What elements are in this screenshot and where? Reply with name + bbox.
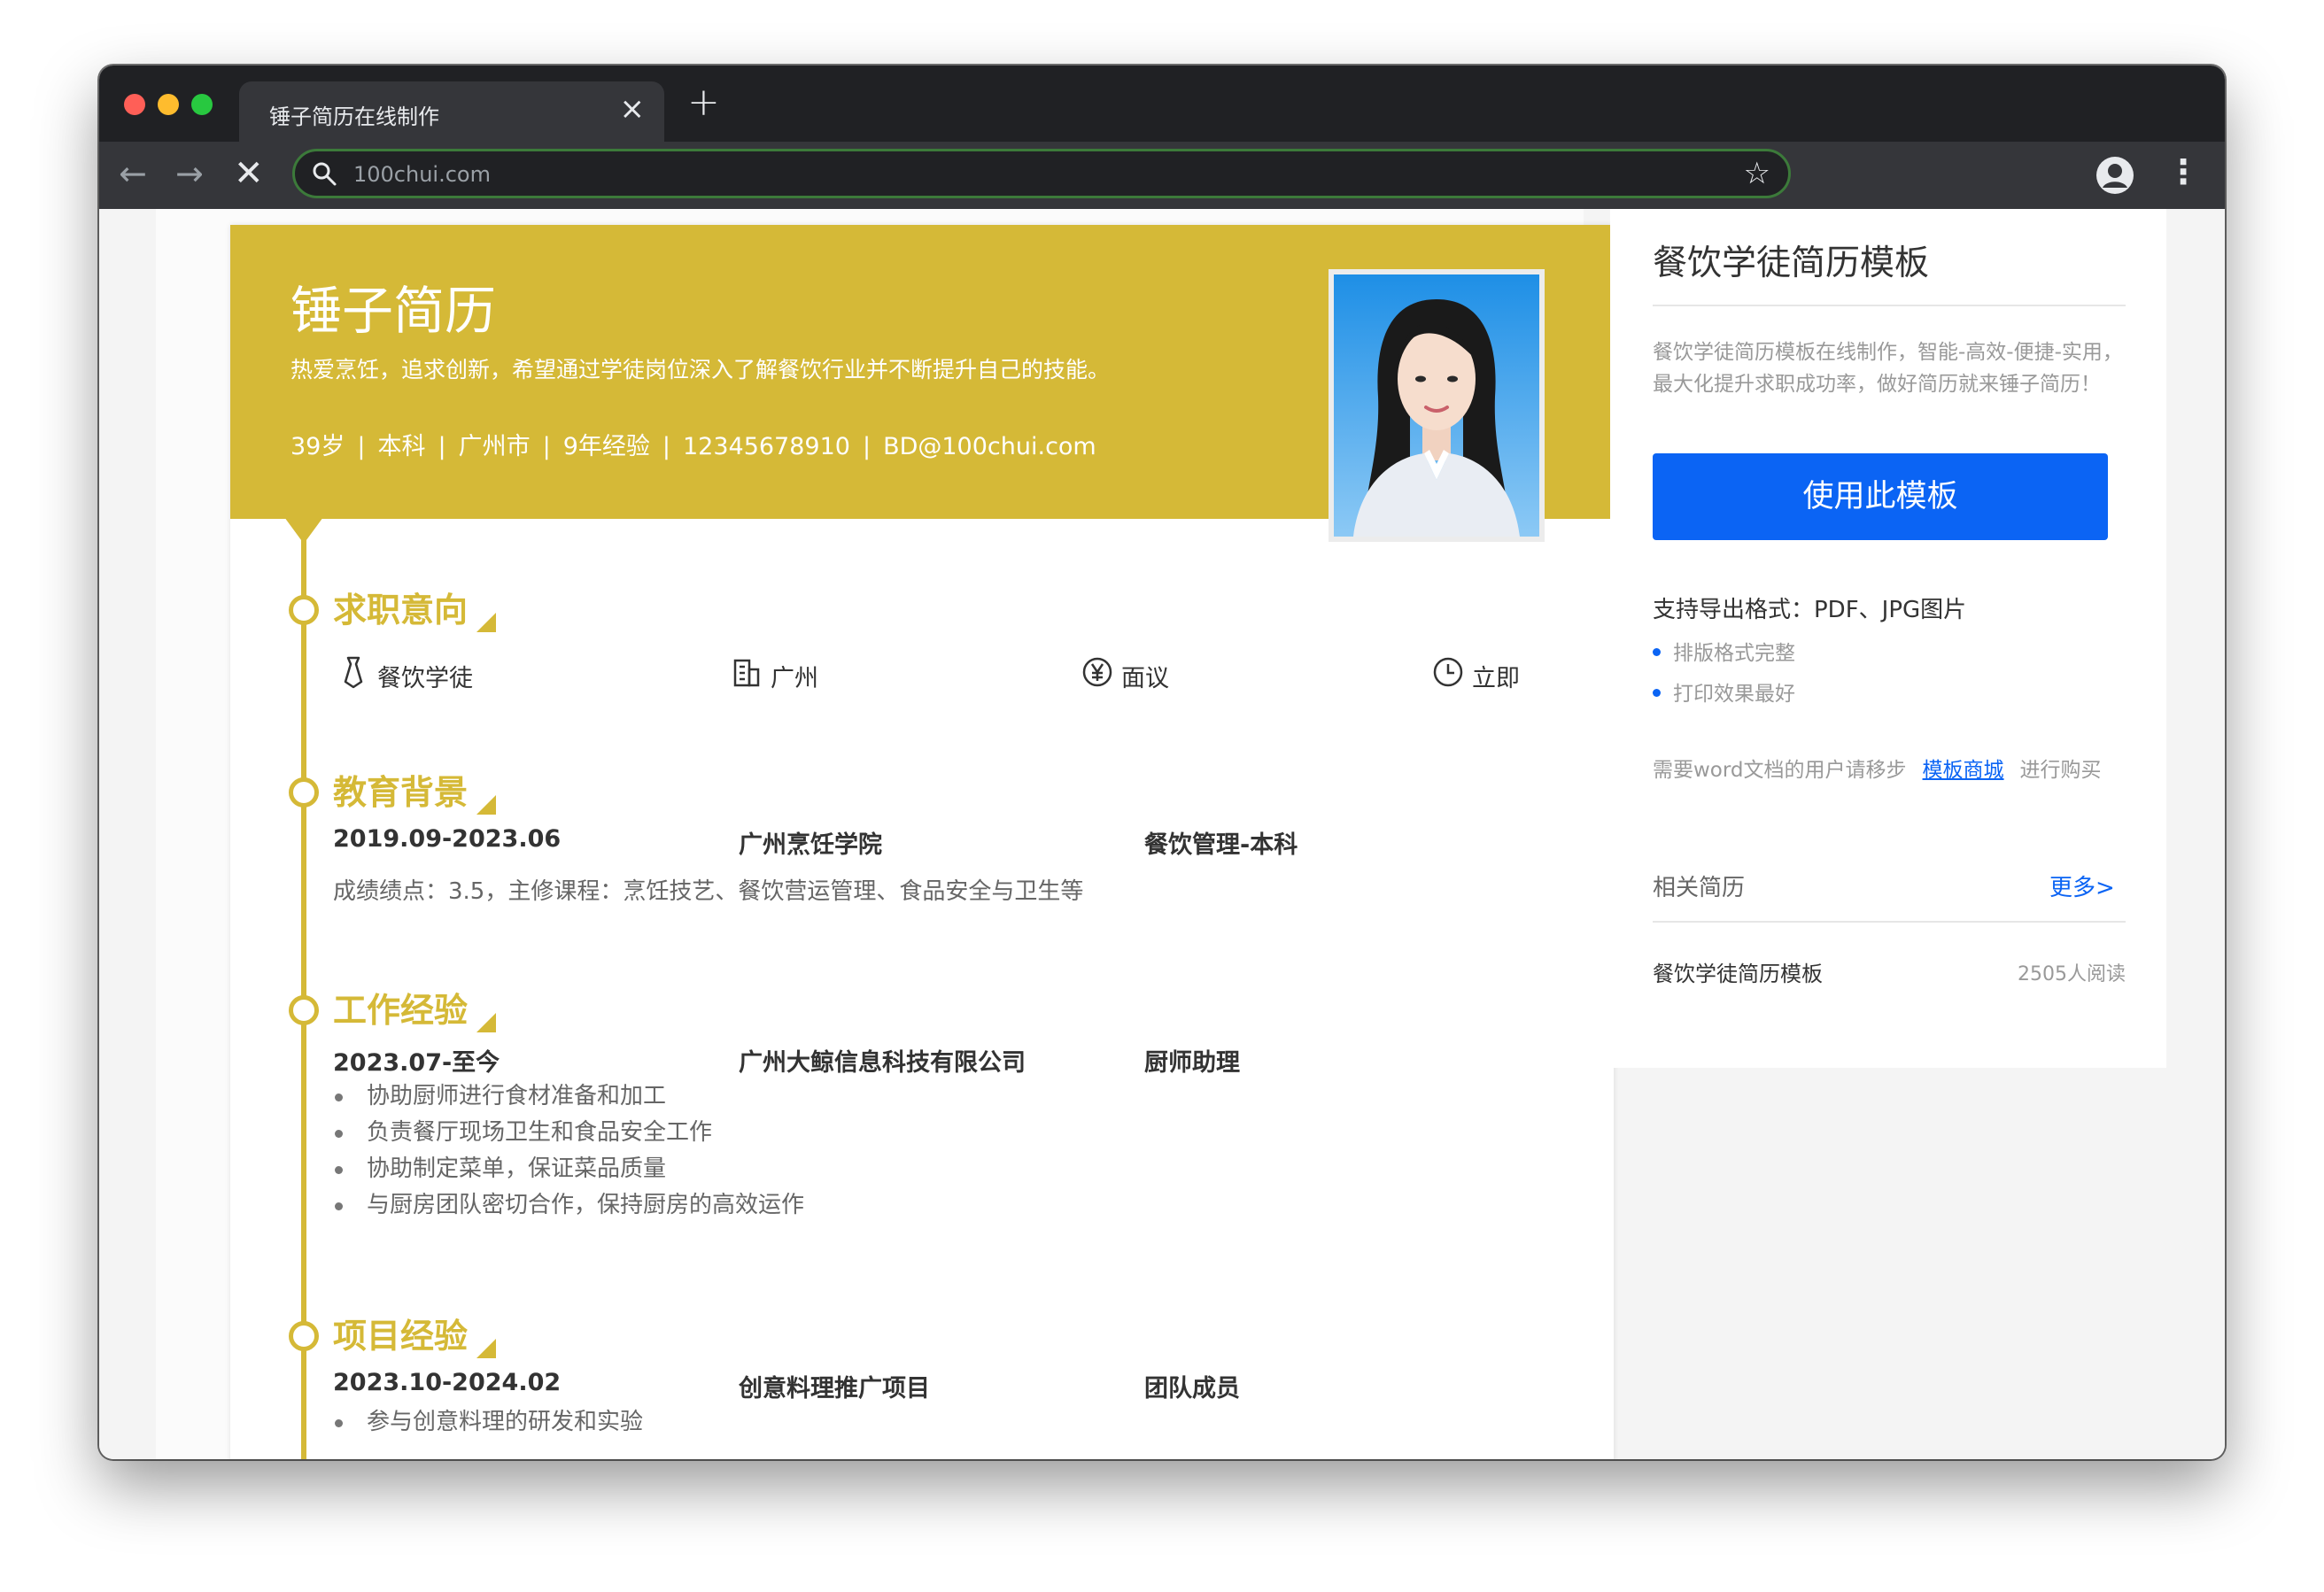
browser-tab[interactable]: 锤子简历在线制作 ×: [239, 81, 664, 142]
section-corner-mark: [476, 1013, 496, 1032]
list-item: 与厨房团队密切合作，保持厨房的高效运作: [333, 1187, 804, 1224]
info-degree: 本科: [377, 433, 426, 460]
timeline-node: [289, 1321, 319, 1351]
project-name: 创意料理推广项目: [739, 1375, 930, 1403]
export-formats: 支持导出格式：PDF、JPG图片: [1653, 597, 1967, 623]
tab-close-icon[interactable]: ×: [620, 94, 646, 124]
list-item: 负责餐厅现场卫生和食品安全工作: [333, 1115, 804, 1151]
resume-name: 锤子简历: [290, 281, 497, 341]
building-icon: [733, 659, 760, 687]
use-template-button[interactable]: 使用此模板: [1653, 453, 2108, 540]
word-download-note: 需要word文档的用户请移步 模板商城 进行购买: [1653, 753, 2102, 783]
word-note-prefix: 需要word文档的用户请移步: [1653, 759, 1907, 782]
related-resume-link[interactable]: 餐饮学徒简历模板: [1653, 956, 1823, 987]
intent-location-text: 广州: [771, 665, 818, 692]
timeline-node: [289, 777, 319, 808]
work-company: 广州大鲸信息科技有限公司: [739, 1049, 1026, 1077]
profile-icon[interactable]: [2095, 156, 2134, 195]
search-icon: [313, 162, 337, 186]
menu-kebab-icon[interactable]: ⋮: [2166, 154, 2200, 189]
education-major: 餐饮管理-本科: [1144, 831, 1298, 859]
maximize-window-button[interactable]: [191, 94, 213, 115]
browser-window: 锤子简历在线制作 × + ← → ✕ 100chui.com ☆ ⋮ 锤子简历 …: [99, 66, 2225, 1459]
browser-toolbar: ← → ✕ 100chui.com ☆ ⋮: [99, 142, 2225, 209]
bookmark-star-icon[interactable]: ☆: [1744, 157, 1770, 190]
feature-item: 排版格式完整: [1653, 636, 1795, 666]
more-link[interactable]: 更多>: [2049, 869, 2115, 902]
tab-bar: 锤子简历在线制作 × +: [99, 66, 2225, 142]
intent-position-text: 餐饮学徒: [377, 665, 473, 692]
work-role: 厨师助理: [1144, 1049, 1240, 1077]
minimize-window-button[interactable]: [158, 94, 179, 115]
new-tab-icon[interactable]: +: [687, 83, 720, 122]
section-title-project: 项目经验: [333, 1317, 469, 1356]
close-window-button[interactable]: [124, 94, 145, 115]
divider: [1653, 921, 2126, 923]
education-detail: 成绩绩点：3.5，主修课程：烹饪技艺、餐饮营运管理、食品安全与卫生等: [333, 878, 1084, 905]
timeline-node: [289, 595, 319, 625]
template-mall-link[interactable]: 模板商城: [1923, 759, 2004, 782]
clock-icon: [1433, 657, 1463, 687]
feature-item: 打印效果最好: [1653, 676, 1795, 707]
resume-preview-area: 锤子简历 热爱烹饪，追求创新，希望通过学徒岗位深入了解餐饮行业并不断提升自己的技…: [156, 209, 1614, 1459]
word-note-suffix: 进行购买: [2019, 759, 2102, 782]
section-title-education: 教育背景: [333, 773, 469, 812]
section-corner-mark: [476, 613, 496, 632]
work-period: 2023.07-至今: [333, 1049, 500, 1077]
list-item: 参与创意料理的研发和实验: [333, 1404, 643, 1441]
education-period: 2019.09-2023.06: [333, 825, 562, 853]
section-title-intent: 求职意向: [333, 591, 469, 630]
intent-salary-text: 面议: [1121, 665, 1169, 692]
work-duties-list: 协助厨师进行食材准备和加工 负责餐厅现场卫生和食品安全工作 协助制定菜单，保证菜…: [333, 1078, 804, 1224]
template-title: 餐饮学徒简历模板: [1653, 243, 1930, 283]
page-viewport: 锤子简历 热爱烹饪，追求创新，希望通过学徒岗位深入了解餐饮行业并不断提升自己的技…: [99, 209, 2225, 1459]
address-bar[interactable]: 100chui.com ☆: [292, 149, 1791, 198]
template-sidebar: 餐饮学徒简历模板 餐饮学徒简历模板在线制作，智能-高效-便捷-实用，最大化提升求…: [1610, 209, 2166, 1068]
resume-basic-info: 39岁 | 本科 | 广州市 | 9年经验 | 12345678910 | BD@100chui.c…: [290, 433, 1096, 460]
forward-arrow-icon[interactable]: →: [175, 156, 204, 191]
section-title-work: 工作经验: [333, 991, 469, 1030]
divider: [1653, 305, 2126, 306]
resume-document: 锤子简历 热爱烹饪，追求创新，希望通过学徒岗位深入了解餐饮行业并不断提升自己的技…: [230, 225, 1614, 1459]
tab-title: 锤子简历在线制作: [269, 104, 439, 129]
portrait-image: [1334, 274, 1539, 537]
info-email: BD@100chui.com: [883, 433, 1096, 460]
tie-icon: [344, 656, 363, 689]
related-resume-reads: 2505人阅读: [2018, 963, 2126, 985]
section-corner-mark: [476, 1339, 496, 1358]
project-duties-list: 参与创意料理的研发和实验: [333, 1404, 643, 1441]
timeline-line: [301, 519, 306, 1459]
intent-availability-text: 立即: [1472, 665, 1520, 692]
info-age: 39岁: [290, 433, 345, 460]
avatar-photo: [1329, 269, 1545, 542]
url-text[interactable]: 100chui.com: [353, 162, 491, 187]
info-city: 广州市: [458, 433, 531, 460]
list-item: 协助制定菜单，保证菜品质量: [333, 1151, 804, 1187]
timeline-pointer: [284, 517, 323, 544]
info-phone: 12345678910: [682, 433, 850, 460]
related-resumes-heading: 相关简历: [1653, 875, 1746, 901]
section-corner-mark: [476, 795, 496, 815]
project-period: 2023.10-2024.02: [333, 1369, 562, 1396]
stop-loading-icon[interactable]: ✕: [234, 156, 264, 191]
project-role: 团队成员: [1144, 1375, 1240, 1403]
info-experience: 9年经验: [562, 433, 650, 460]
timeline-node: [289, 995, 319, 1025]
list-item: 协助厨师进行食材准备和加工: [333, 1078, 804, 1115]
education-school: 广州烹饪学院: [739, 831, 882, 859]
back-arrow-icon[interactable]: ←: [119, 156, 147, 191]
resume-slogan: 热爱烹饪，追求创新，希望通过学徒岗位深入了解餐饮行业并不断提升自己的技能。: [290, 357, 1111, 383]
template-description: 餐饮学徒简历模板在线制作，智能-高效-便捷-实用，最大化提升求职成功率，做好简历…: [1653, 341, 2123, 396]
yen-icon: [1082, 657, 1112, 687]
